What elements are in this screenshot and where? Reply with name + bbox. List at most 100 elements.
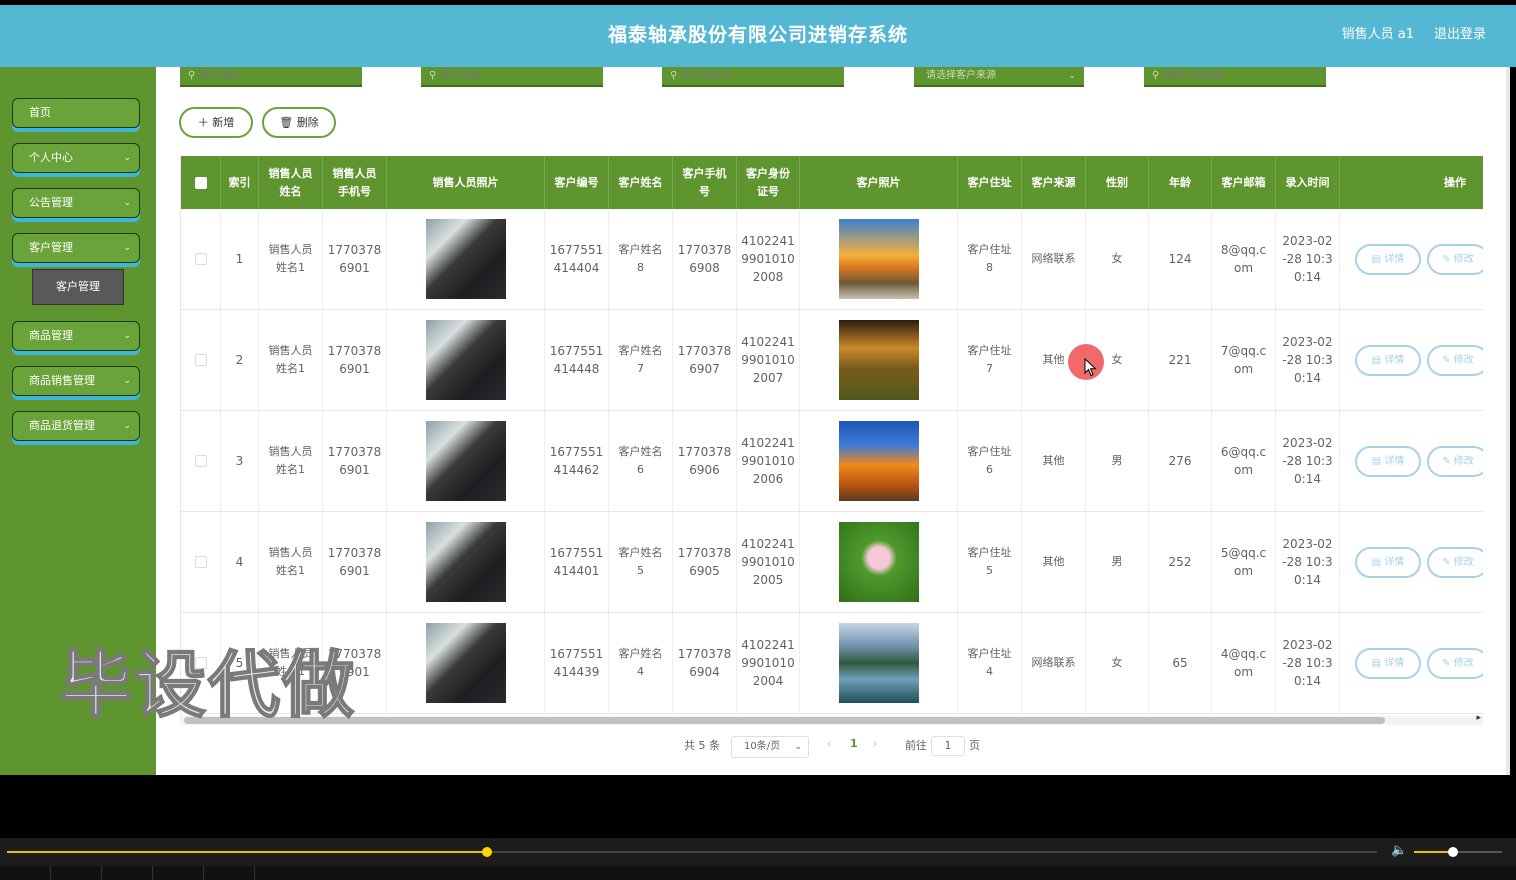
customer-source-select[interactable]: 请选择客户来源 ⌄ (914, 67, 1084, 87)
separator (203, 866, 204, 880)
row-select-cell (181, 411, 221, 511)
edit-button[interactable]: ✎ 修改 (1427, 648, 1483, 679)
cell-age: 276 (1149, 411, 1212, 511)
seller-photo[interactable] (425, 320, 506, 400)
sidebar-subitem-customer-management[interactable]: 客户管理 (32, 269, 124, 305)
edit-button-label: 修改 (1453, 658, 1474, 669)
cell-seller-phone: 1770378 6901 (323, 310, 387, 410)
sidebar-item-returns[interactable]: 商品退货管理 ⌄ (12, 411, 140, 441)
sidebar-item-notices[interactable]: 公告管理 ⌄ (12, 188, 140, 218)
seller-photo-cell (387, 411, 545, 511)
detail-button[interactable]: ▤ 详情 (1355, 244, 1421, 275)
detail-button[interactable]: ▤ 详情 (1355, 446, 1421, 477)
seller-photo-cell (387, 512, 545, 612)
prev-page-button[interactable]: ‹ (827, 737, 831, 750)
edit-button[interactable]: ✎ 修改 (1427, 244, 1483, 275)
seek-handle[interactable] (481, 847, 492, 857)
sidebar-item-customers[interactable]: 客户管理 ⌄ (12, 233, 140, 263)
scroll-right-icon[interactable]: ▸ (1476, 713, 1481, 723)
document-icon: ▤ (1371, 355, 1385, 366)
cell-id-no: 4102241 9901010 2004 (737, 613, 800, 713)
customer-photo-cell (800, 310, 958, 410)
sidebar-item-label: 商品销售管理 (29, 374, 95, 387)
table-row[interactable]: 5 销售人员 姓名1 1770378 6901 1677551 414439 客户姓名 … (181, 613, 1483, 714)
add-button[interactable]: ＋ 新增 (179, 107, 253, 138)
edit-button-label: 修改 (1453, 355, 1474, 366)
search-icon: ⚲ (1152, 70, 1160, 81)
cell-source: 其他 (1022, 512, 1086, 612)
table-row[interactable]: 1 销售人员 姓名1 1770378 6901 1677551 414404 客户姓名 … (181, 209, 1483, 310)
customer-photo[interactable] (838, 623, 919, 703)
customer-no-filter[interactable]: ⚲ (180, 67, 362, 87)
customer-no-input[interactable] (199, 70, 340, 81)
cell-address: 客户住址 5 (958, 512, 1022, 612)
edit-button-label: 修改 (1453, 456, 1474, 467)
customer-photo[interactable] (838, 421, 919, 501)
vertical-scrollbar[interactable] (1506, 67, 1510, 775)
customer-photo[interactable] (838, 320, 919, 400)
chevron-down-icon: ⌄ (123, 421, 131, 431)
document-icon: ▤ (1371, 557, 1385, 568)
seller-photo[interactable] (425, 623, 506, 703)
cell-time: 2023-02 -28 10:3 0:14 (1276, 411, 1340, 511)
seller-name-input[interactable] (1163, 70, 1304, 81)
column-header: 客户住址 (958, 156, 1022, 209)
customer-photo[interactable] (838, 522, 919, 602)
sidebar-item-label: 商品管理 (29, 329, 73, 342)
detail-button-label: 详情 (1384, 254, 1405, 265)
customer-table: 索引 销售人员 姓名 销售人员 手机号 销售人员照片 客户编号 客户姓名 客户手… (180, 156, 1483, 716)
table-row[interactable]: 3 销售人员 姓名1 1770378 6901 1677551 414462 客户姓名 … (181, 411, 1483, 512)
chevron-down-icon: ⌄ (794, 742, 802, 752)
seller-name-filter[interactable]: ⚲ (1144, 67, 1326, 87)
detail-button-label: 详情 (1384, 456, 1405, 467)
seek-bar[interactable] (7, 847, 1377, 857)
sidebar-item-profile[interactable]: 个人中心 ⌄ (12, 143, 140, 173)
cell-source: 网络联系 (1022, 209, 1086, 309)
sidebar-item-home[interactable]: 首页 (12, 98, 140, 128)
logout-link[interactable]: 退出登录 (1434, 5, 1486, 65)
edit-button[interactable]: ✎ 修改 (1427, 446, 1483, 477)
total-count: 共 5 条 (684, 739, 720, 752)
detail-button[interactable]: ▤ 详情 (1355, 547, 1421, 578)
detail-button[interactable]: ▤ 详情 (1355, 345, 1421, 376)
volume-slider[interactable] (1414, 847, 1502, 857)
cell-email: 4@qq.c om (1212, 613, 1276, 713)
volume-icon[interactable]: 🔈 (1391, 843, 1407, 858)
seller-photo[interactable] (425, 522, 506, 602)
customer-name-filter[interactable]: ⚲ (421, 67, 603, 87)
cell-customer-phone: 1770378 6905 (673, 512, 737, 612)
customer-phone-input[interactable] (681, 70, 822, 81)
column-header: 销售人员 手机号 (323, 156, 387, 209)
customer-name-input[interactable] (440, 70, 581, 81)
detail-button[interactable]: ▤ 详情 (1355, 648, 1421, 679)
search-icon: ⚲ (188, 70, 196, 81)
column-header: 客户照片 (800, 156, 958, 209)
customer-phone-filter[interactable]: ⚲ (662, 67, 844, 87)
customer-photo-cell (800, 613, 958, 713)
sidebar-item-products[interactable]: 商品管理 ⌄ (12, 321, 140, 351)
edit-button[interactable]: ✎ 修改 (1427, 547, 1483, 578)
page-size-select[interactable]: 10条/页 ⌄ (731, 736, 809, 758)
cell-seller-phone: 1770378 6901 (323, 209, 387, 309)
current-page[interactable]: 1 (850, 737, 858, 750)
edit-button[interactable]: ✎ 修改 (1427, 345, 1483, 376)
row-checkbox[interactable] (194, 556, 207, 568)
sidebar-item-sales[interactable]: 商品销售管理 ⌄ (12, 366, 140, 396)
document-icon: ▤ (1371, 658, 1385, 669)
scrollbar-thumb[interactable] (184, 717, 1385, 724)
row-checkbox[interactable] (194, 354, 207, 366)
seller-photo[interactable] (425, 421, 506, 501)
table-row[interactable]: 4 销售人员 姓名1 1770378 6901 1677551 414401 客户姓名 … (181, 512, 1483, 613)
select-all-cell[interactable] (181, 156, 221, 209)
select-all-checkbox[interactable] (194, 176, 207, 189)
horizontal-scrollbar[interactable]: ▸ (180, 713, 1483, 725)
delete-button[interactable]: 🗑 删除 (262, 107, 336, 138)
customer-photo[interactable] (838, 219, 919, 299)
volume-handle[interactable] (1447, 847, 1458, 857)
next-page-button[interactable]: › (873, 737, 877, 750)
row-checkbox[interactable] (194, 455, 207, 467)
goto-page-input[interactable]: 1 (931, 736, 965, 756)
seller-photo[interactable] (425, 219, 506, 299)
row-checkbox[interactable] (194, 253, 207, 265)
table-row[interactable]: 2 销售人员 姓名1 1770378 6901 1677551 414448 客户姓名 … (181, 310, 1483, 411)
